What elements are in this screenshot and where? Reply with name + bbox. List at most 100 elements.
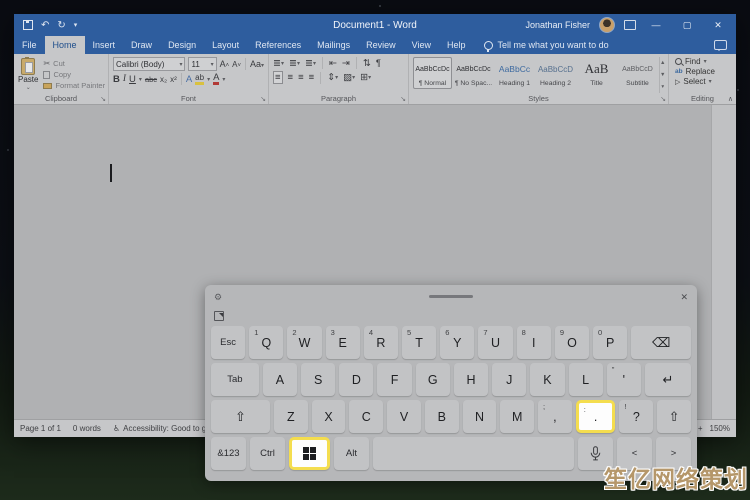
font-name-select[interactable]: Calibri (Body) ▾ <box>113 57 185 71</box>
key-h[interactable]: H <box>454 363 488 396</box>
word-count[interactable]: 0 words <box>73 424 101 433</box>
tab-insert[interactable]: Insert <box>85 36 124 54</box>
format-painter-button[interactable]: Format Painter <box>43 81 105 90</box>
key-enter[interactable]: ↵ <box>645 363 691 396</box>
style-subtitle[interactable]: AaBbCcDSubtitle <box>618 57 657 89</box>
styles-scroll-down-icon[interactable]: ▼ <box>660 72 665 78</box>
tab-references[interactable]: References <box>247 36 309 54</box>
justify-button[interactable]: ≡ <box>309 72 315 83</box>
key-ctrl[interactable]: Ctrl <box>250 437 285 470</box>
key-windows[interactable] <box>289 437 330 470</box>
key-shift-right[interactable]: ⇧ <box>657 400 691 433</box>
select-button[interactable]: ▷ Select ▾ <box>675 77 732 86</box>
borders-button[interactable]: ⊞▾ <box>360 72 371 83</box>
page-count[interactable]: Page 1 of 1 <box>20 424 61 433</box>
keyboard-drag-handle[interactable] <box>429 295 473 298</box>
key-r[interactable]: 4R <box>364 326 398 359</box>
grow-font-button[interactable]: A˄ <box>220 59 230 69</box>
close-button[interactable]: ✕ <box>707 20 729 31</box>
key-symbols[interactable]: &123 <box>211 437 246 470</box>
underline-dropdown-icon[interactable]: ▾ <box>139 76 142 83</box>
underline-button[interactable]: U <box>129 74 136 85</box>
paragraph-dialog-launcher-icon[interactable]: ↘ <box>400 95 406 103</box>
paste-button[interactable]: Paste ⌄ <box>18 57 38 93</box>
tab-file[interactable]: File <box>14 36 45 54</box>
undo-icon[interactable]: ↶ <box>41 20 49 31</box>
tab-view[interactable]: View <box>404 36 439 54</box>
multilevel-list-button[interactable]: ≣▾ <box>305 58 316 69</box>
key-z[interactable]: Z <box>274 400 308 433</box>
tab-home[interactable]: Home <box>45 36 85 54</box>
key-period[interactable]: :. <box>576 400 616 433</box>
shrink-font-button[interactable]: A˅ <box>232 60 241 69</box>
key-o[interactable]: 9O <box>555 326 589 359</box>
key-shift-left[interactable]: ⇧ <box>211 400 270 433</box>
key-q[interactable]: 1Q <box>249 326 283 359</box>
paste-dropdown-icon[interactable]: ⌄ <box>26 84 31 91</box>
key-g[interactable]: G <box>416 363 450 396</box>
tab-review[interactable]: Review <box>358 36 404 54</box>
minimize-button[interactable]: — <box>645 20 667 30</box>
strikethrough-button[interactable]: abc <box>145 75 157 84</box>
numbering-button[interactable]: ≣▾ <box>289 58 300 69</box>
accessibility-status[interactable]: ♿ Accessibility: Good to go <box>113 424 211 433</box>
font-color-button[interactable]: A <box>213 74 219 85</box>
key-i[interactable]: 8I <box>517 326 551 359</box>
key-t[interactable]: 5T <box>402 326 436 359</box>
superscript-button[interactable]: x² <box>170 75 177 84</box>
avatar[interactable] <box>599 17 615 33</box>
clipboard-dialog-launcher-icon[interactable]: ↘ <box>100 95 106 103</box>
style-no-spac[interactable]: AaBbCcDc¶ No Spac... <box>454 57 493 89</box>
key-f[interactable]: F <box>377 363 411 396</box>
key-esc[interactable]: Esc <box>211 326 245 359</box>
ribbon-display-options-icon[interactable] <box>624 20 636 30</box>
bullets-button[interactable]: ≣▾ <box>273 58 284 69</box>
align-left-button[interactable]: ≡ <box>273 71 283 84</box>
key-p[interactable]: 0P <box>593 326 627 359</box>
styles-more-icon[interactable]: ▾ <box>661 84 664 90</box>
key-comma[interactable]: ;, <box>538 400 572 433</box>
decrease-indent-button[interactable]: ⇤ <box>329 58 337 69</box>
tab-help[interactable]: Help <box>439 36 474 54</box>
zoom-in-button[interactable]: + <box>698 424 703 433</box>
tab-draw[interactable]: Draw <box>123 36 160 54</box>
key-space[interactable] <box>373 437 574 470</box>
comments-icon[interactable] <box>714 40 727 50</box>
keyboard-settings-icon[interactable]: ⚙ <box>214 292 222 303</box>
account-name[interactable]: Jonathan Fisher <box>525 20 590 30</box>
key-s[interactable]: S <box>301 363 335 396</box>
key-c[interactable]: C <box>349 400 383 433</box>
key-x[interactable]: X <box>312 400 346 433</box>
save-icon[interactable] <box>23 20 33 30</box>
redo-icon[interactable]: ↻ <box>57 20 65 31</box>
increase-indent-button[interactable]: ⇥ <box>342 58 350 69</box>
zoom-level[interactable]: 150% <box>710 424 730 433</box>
key-k[interactable]: K <box>530 363 564 396</box>
style-title[interactable]: AaBTitle <box>577 57 616 89</box>
key-a[interactable]: A <box>263 363 297 396</box>
styles-gallery-scroll[interactable]: ▲ ▼ ▾ <box>659 57 665 93</box>
style-heading-1[interactable]: AaBbCcHeading 1 <box>495 57 534 89</box>
key-y[interactable]: 6Y <box>440 326 474 359</box>
key-n[interactable]: N <box>463 400 497 433</box>
key-w[interactable]: 2W <box>287 326 321 359</box>
key-alt[interactable]: Alt <box>334 437 369 470</box>
highlight-button[interactable]: ab <box>195 74 204 85</box>
line-spacing-button[interactable]: ⇕▾ <box>327 72 338 83</box>
collapse-ribbon-icon[interactable]: ∧ <box>728 95 733 103</box>
copy-button[interactable]: Copy <box>43 70 105 79</box>
font-size-select[interactable]: 11 ▾ <box>188 57 216 71</box>
keyboard-dock-icon[interactable] <box>214 311 224 321</box>
maximize-button[interactable]: ▢ <box>676 20 698 31</box>
shading-button[interactable]: ▨▾ <box>343 72 355 83</box>
sort-button[interactable]: ⇅ <box>363 58 371 69</box>
key-m[interactable]: M <box>500 400 534 433</box>
styles-scroll-up-icon[interactable]: ▲ <box>660 60 665 66</box>
italic-button[interactable]: I <box>123 74 126 84</box>
tab-layout[interactable]: Layout <box>204 36 247 54</box>
key-apostrophe[interactable]: "' <box>607 363 641 396</box>
key-question[interactable]: !? <box>619 400 653 433</box>
key-e[interactable]: 3E <box>326 326 360 359</box>
replace-button[interactable]: ab Replace <box>675 67 732 76</box>
subscript-button[interactable]: x₂ <box>160 75 167 84</box>
